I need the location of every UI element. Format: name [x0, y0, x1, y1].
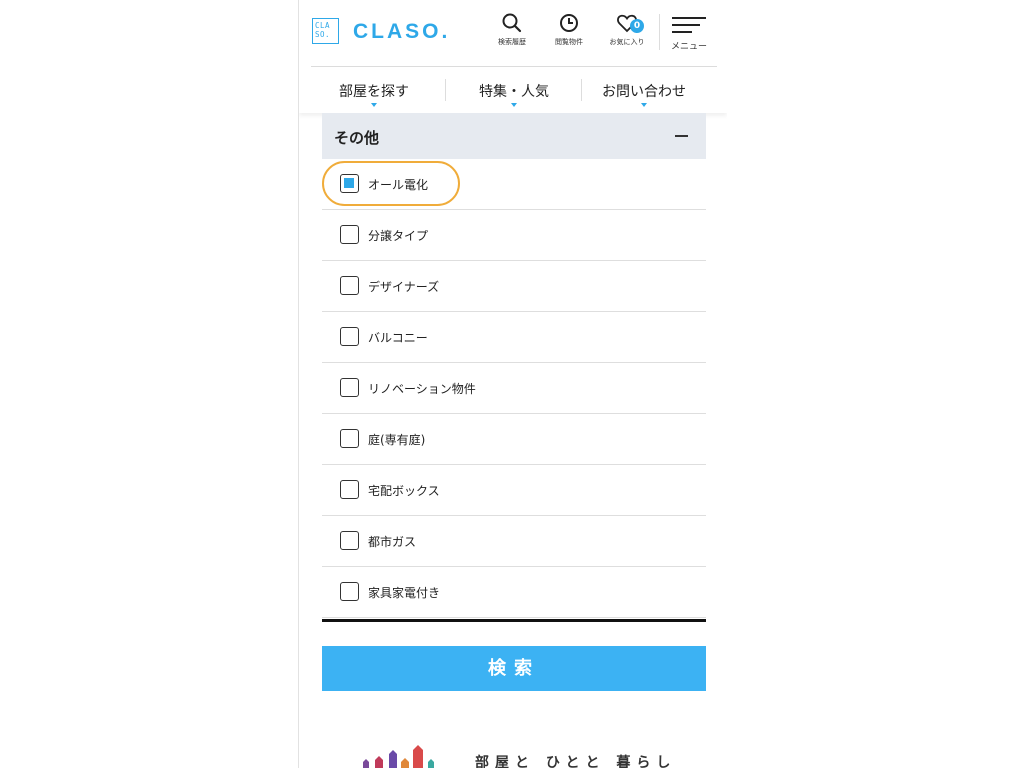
- viewed-properties-label: 閲覧物件: [555, 38, 583, 46]
- section-title: その他: [334, 129, 380, 147]
- hamburger-menu-icon: [672, 17, 706, 33]
- option-furnished[interactable]: 家具家電付き: [322, 567, 706, 618]
- checkbox[interactable]: [340, 429, 359, 448]
- option-designers[interactable]: デザイナーズ: [322, 261, 706, 312]
- list-bottom-rule: [322, 619, 706, 622]
- header-divider: [659, 14, 660, 50]
- option-label: デザイナーズ: [368, 280, 440, 294]
- checkbox[interactable]: [340, 327, 359, 346]
- section-header-other[interactable]: その他: [322, 113, 706, 159]
- nav-divider: [445, 79, 446, 101]
- favorites-label: お気に入り: [609, 38, 645, 46]
- nav-contact-label: お問い合わせ: [602, 84, 686, 100]
- checkbox[interactable]: [340, 378, 359, 397]
- search-icon: [502, 13, 522, 33]
- option-city-gas[interactable]: 都市ガス: [322, 516, 706, 567]
- logo-mark[interactable]: CLA SO.: [312, 18, 339, 44]
- option-label: 都市ガス: [368, 535, 417, 549]
- search-button[interactable]: 検索: [322, 646, 706, 691]
- checkbox[interactable]: [340, 582, 359, 601]
- checkbox[interactable]: [340, 225, 359, 244]
- option-label: 庭(専有庭): [368, 433, 426, 447]
- footer-houses-logo: [363, 745, 434, 768]
- nav-divider: [581, 79, 582, 101]
- option-balcony[interactable]: バルコニー: [322, 312, 706, 363]
- checkbox[interactable]: [340, 276, 359, 295]
- option-label: バルコニー: [368, 331, 428, 345]
- main-nav: 部屋を探す 特集・人気 お問い合わせ: [299, 67, 727, 113]
- search-history-button[interactable]: 検索履歴: [487, 12, 537, 47]
- option-list: オール電化 分譲タイプ デザイナーズ バルコニー リノベーション物件 庭(専有庭…: [322, 159, 706, 618]
- option-renovation[interactable]: リノベーション物件: [322, 363, 706, 414]
- dropdown-arrow-icon: [371, 103, 377, 107]
- favorites-count-badge: 0: [630, 19, 644, 33]
- option-condo-type[interactable]: 分譲タイプ: [322, 210, 706, 261]
- option-label: 家具家電付き: [368, 586, 441, 600]
- menu-label: メニュー: [670, 42, 707, 52]
- search-history-label: 検索履歴: [498, 38, 526, 46]
- favorites-button[interactable]: 0 お気に入り: [602, 12, 652, 47]
- checkbox[interactable]: [340, 174, 359, 193]
- dropdown-arrow-icon: [511, 103, 517, 107]
- option-label: オール電化: [368, 178, 429, 192]
- nav-find-room[interactable]: 部屋を探す: [339, 81, 409, 107]
- option-label: リノベーション物件: [368, 382, 476, 396]
- logo-text[interactable]: CLASO.: [353, 20, 450, 44]
- checkbox[interactable]: [340, 480, 359, 499]
- nav-find-room-label: 部屋を探す: [339, 84, 409, 100]
- nav-contact[interactable]: お問い合わせ: [602, 81, 686, 107]
- checkbox[interactable]: [340, 531, 359, 550]
- footer-tagline: 部屋と ひとと 暮らし: [475, 755, 677, 768]
- viewed-properties-button[interactable]: 閲覧物件: [544, 12, 594, 47]
- mobile-viewport: CLA SO. CLASO. 検索履歴 閲覧物件 0 お気に入り メニュー 部屋…: [298, 0, 727, 768]
- menu-button[interactable]: メニュー: [664, 16, 714, 52]
- collapse-minus-icon[interactable]: [675, 135, 688, 137]
- dropdown-arrow-icon: [641, 103, 647, 107]
- nav-features-label: 特集・人気: [479, 84, 549, 100]
- option-delivery-box[interactable]: 宅配ボックス: [322, 465, 706, 516]
- clock-icon: [560, 14, 578, 32]
- site-header: CLA SO. CLASO. 検索履歴 閲覧物件 0 お気に入り メニュー: [299, 0, 717, 66]
- option-label: 宅配ボックス: [368, 484, 440, 498]
- nav-features[interactable]: 特集・人気: [479, 81, 549, 107]
- option-label: 分譲タイプ: [368, 229, 429, 243]
- option-all-electric[interactable]: オール電化: [322, 159, 706, 210]
- option-private-garden[interactable]: 庭(専有庭): [322, 414, 706, 465]
- logo-mark-top: CLA: [315, 21, 331, 30]
- logo-mark-bottom: SO.: [315, 30, 331, 39]
